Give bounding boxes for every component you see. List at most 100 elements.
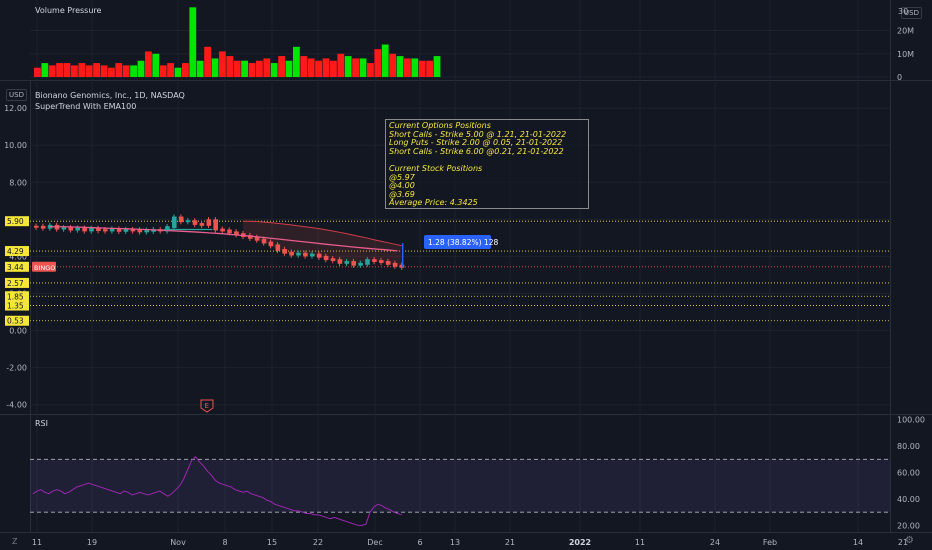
volume-bar [93, 63, 100, 77]
rsi-tick-label: 40.00 [897, 495, 920, 504]
rsi-tick-label: 80.00 [897, 442, 920, 451]
candle-body [206, 219, 212, 226]
price-tick-label: 0.00 [9, 327, 27, 336]
volume-bar [344, 56, 352, 77]
volume-bar [418, 60, 426, 77]
settings-icon[interactable]: ⚙ [905, 535, 914, 546]
volume-bar [270, 63, 278, 77]
volume-bar [233, 60, 241, 77]
volume-bar [211, 58, 219, 77]
volume-axis-partial-label: 30 [898, 7, 909, 16]
volume-bar [78, 63, 86, 77]
volume-tick-label: 20M [897, 27, 914, 36]
candle-body [289, 251, 294, 256]
candle-body [220, 228, 225, 232]
candle-body [61, 227, 67, 230]
volume-bar [196, 60, 204, 77]
candle-body [185, 220, 191, 223]
candle-body [192, 220, 198, 225]
volume-bar [41, 63, 49, 77]
candle-body [310, 253, 315, 257]
volume-bar [404, 58, 411, 77]
price-level-label: 1.85 [7, 292, 24, 301]
symbol-title: Bionano Genomics, Inc., 1D, NASDAQ [35, 91, 185, 100]
volume-bar [48, 65, 56, 77]
rsi-tick-label: 100.00 [897, 416, 925, 425]
candle-body [358, 262, 363, 266]
volume-bar [359, 58, 367, 77]
volume-bar [167, 63, 174, 77]
earnings-label: E [205, 402, 209, 410]
volume-bar [182, 63, 189, 77]
time-tick-label: 11 [635, 538, 645, 547]
time-tick-label: 13 [450, 538, 460, 547]
candle-body [372, 259, 377, 262]
volume-bar [352, 58, 359, 77]
price-level-label: 2.57 [7, 279, 24, 288]
time-tick-label: 8 [222, 538, 227, 547]
volume-bar [300, 56, 308, 77]
time-tick-label: Nov [170, 538, 186, 547]
price-level-label: 3.44 [7, 263, 24, 272]
price-level-label: 4.29 [7, 247, 24, 256]
time-tick-label: 11 [32, 538, 42, 547]
volume-bar [337, 53, 345, 77]
candle-body [82, 227, 87, 232]
candle-body [337, 259, 343, 264]
volume-bar [137, 60, 145, 77]
candle-body [275, 244, 281, 251]
volume-tick-label: 10M [897, 50, 914, 59]
candle-body [144, 229, 149, 233]
volume-bar [411, 58, 419, 77]
currency-button[interactable]: USD [6, 89, 27, 101]
volume-bar [130, 65, 137, 77]
candle-body [261, 238, 267, 244]
volume-bar [159, 65, 167, 77]
volume-bar [322, 58, 330, 77]
time-tick-label: 22 [313, 538, 323, 547]
volume-bar [34, 67, 41, 77]
price-tick-label: 10.00 [4, 141, 27, 150]
price-tick-label: 8.00 [9, 178, 27, 187]
candle-body [123, 229, 129, 232]
measure-label: 1.28 (38.82%) 128 [428, 238, 498, 247]
volume-bar [433, 56, 441, 77]
time-tick-label: 14 [853, 538, 863, 547]
volume-bar [71, 65, 78, 77]
candle-body [351, 261, 356, 266]
time-tick-label: 6 [417, 538, 422, 547]
note-line: @5.97 [389, 172, 415, 182]
volume-bar [278, 56, 285, 77]
rsi-title: RSI [35, 419, 48, 428]
candle-body [344, 261, 350, 264]
volume-bar [108, 67, 115, 77]
candle-body [40, 225, 46, 229]
trading-chart[interactable]: 11 19 Nov 8 15 22 Dec 6 13 21 2022 11 24 Feb 14 2120M10… [0, 0, 932, 550]
volume-bar [56, 63, 63, 77]
candle-body [330, 258, 336, 262]
volume-bar [189, 7, 197, 78]
volume-bar [248, 63, 256, 77]
volume-bar [145, 51, 152, 77]
time-tick-label: 24 [710, 538, 720, 547]
volume-bar [367, 63, 374, 77]
candle-body [103, 229, 108, 232]
volume-bar [63, 63, 71, 77]
note-line: @4.00 [389, 181, 415, 191]
candle-body [379, 260, 384, 263]
time-tick-label: 19 [87, 538, 97, 547]
volume-bar [330, 60, 337, 77]
note-line: Current Stock Positions [389, 163, 483, 173]
volume-bar [226, 56, 234, 77]
candle-body [75, 227, 80, 231]
candle-body [268, 241, 274, 247]
candle-body [213, 219, 218, 231]
zoom-reset-icon[interactable]: Z [12, 537, 17, 546]
price-tick-label: 12.00 [4, 104, 27, 113]
price-level-label: 5.90 [7, 217, 24, 226]
volume-title: Volume Pressure [35, 6, 102, 15]
positions-note[interactable]: Current Options Positions Short Calls - S… [385, 119, 589, 209]
candle-body [178, 216, 184, 223]
volume-bar [85, 65, 93, 77]
candle-body [296, 252, 301, 256]
